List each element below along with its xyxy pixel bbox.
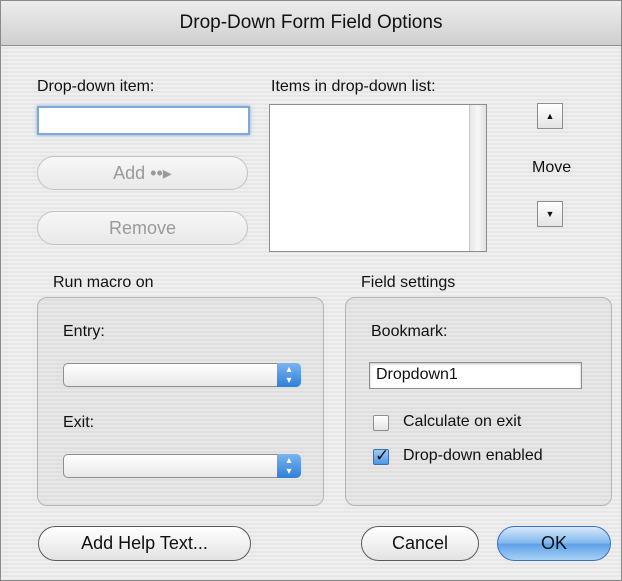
dropdown-item-input[interactable]	[37, 106, 250, 135]
exit-label: Exit:	[63, 414, 95, 431]
popup-arrows-icon: ▴ ▾	[277, 454, 301, 478]
calculate-on-exit-label: Calculate on exit	[403, 413, 522, 430]
entry-macro-popup[interactable]: ▴ ▾	[63, 363, 301, 387]
field-settings-title: Field settings	[361, 274, 456, 291]
calculate-on-exit-checkbox[interactable]	[373, 415, 389, 431]
dropdown-enabled-label: Drop-down enabled	[403, 447, 543, 464]
arrow-up-icon: ▲	[545, 111, 555, 121]
bookmark-label: Bookmark:	[371, 323, 448, 340]
title-bar[interactable]: Drop-Down Form Field Options	[1, 1, 621, 46]
move-label: Move	[532, 159, 572, 176]
arrow-down-icon: ▼	[545, 209, 555, 219]
run-macro-title: Run macro on	[53, 274, 154, 291]
add-help-text-button[interactable]: Add Help Text...	[38, 526, 251, 561]
move-up-button[interactable]: ▲	[537, 103, 563, 129]
move-down-button[interactable]: ▼	[537, 201, 563, 227]
entry-label: Entry:	[63, 323, 105, 340]
exit-macro-popup[interactable]: ▴ ▾	[63, 454, 301, 478]
cancel-button[interactable]: Cancel	[361, 526, 479, 561]
dropdown-enabled-checkbox[interactable]: ✓	[373, 446, 390, 465]
dropdown-item-label: Drop-down item:	[37, 78, 155, 95]
list-scrollbar[interactable]	[469, 105, 486, 251]
window-title: Drop-Down Form Field Options	[179, 12, 443, 33]
ok-button[interactable]: OK	[497, 526, 611, 561]
remove-button[interactable]: Remove	[37, 211, 248, 245]
bookmark-input[interactable]: Dropdown1	[369, 362, 582, 389]
items-list-label: Items in drop-down list:	[271, 78, 436, 95]
add-button[interactable]: Add ••▸	[37, 156, 248, 190]
dialog-window: Drop-Down Form Field Options Drop-down i…	[0, 0, 622, 581]
items-listbox[interactable]	[269, 104, 487, 252]
popup-arrows-icon: ▴ ▾	[277, 363, 301, 387]
checkmark-icon: ✓	[375, 446, 390, 465]
